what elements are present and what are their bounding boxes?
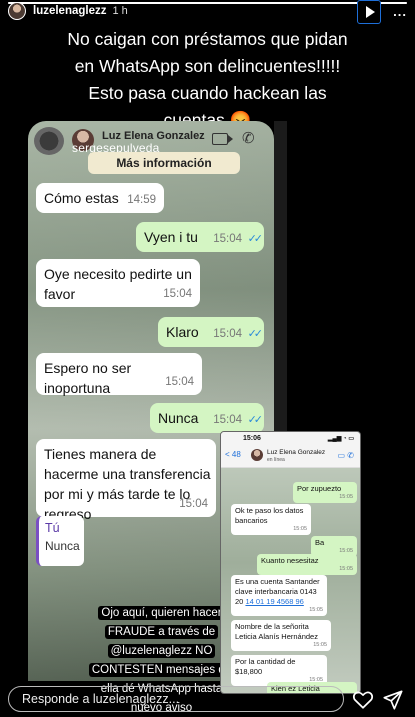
message-text: Por la cantidad de $18,800 (235, 657, 296, 676)
story-time: 1 h (112, 5, 128, 17)
secondary-chat-header: < 48 Luz Elena Gonzalez en línea ▭ ✆ (221, 446, 360, 468)
message-text: Kuanto nesesitaz (261, 556, 319, 565)
message-time: 15:05 (309, 607, 323, 613)
message-time: 15:04 (179, 498, 208, 510)
reply-author: Tú (45, 521, 60, 535)
call-icons: ▭ ✆ (337, 451, 354, 460)
send-icon[interactable] (382, 689, 404, 711)
message-bubble: Tienes manera de hacerme una transferenc… (36, 439, 216, 522)
divider (274, 121, 287, 431)
more-info-banner: Más información (88, 152, 240, 174)
message-time: 15:04 (213, 233, 242, 245)
play-button[interactable] (357, 0, 381, 24)
message-text: Ok te paso los datos bancarios (235, 506, 304, 525)
message-text: Cómo estas (44, 190, 119, 206)
back-icon: < 48 (225, 450, 241, 459)
reply-preview: Tú Nunca (36, 516, 84, 566)
heart-icon[interactable] (352, 689, 374, 711)
message-text: Por zupuezto (297, 484, 342, 493)
message-time: 15:04 (165, 376, 194, 388)
message-bubble: Nunca 15:04 ✓✓ (150, 403, 264, 433)
message-time: 15:05 (339, 494, 353, 500)
message-bubble: Cómo estas 14:59 (36, 183, 164, 213)
reply-input[interactable] (9, 687, 343, 711)
message-bubble: Es una cuenta Santander clave interbanca… (231, 575, 327, 616)
status-bar: 15:06 ▂▄▆ ◔ ▭ (221, 432, 360, 446)
message-bubble: Por zupuezto 15:05 (293, 482, 357, 503)
message-time: 15:05 (313, 642, 327, 648)
contact-status: en línea (267, 457, 285, 463)
secondary-chat-screenshot: 15:06 ▂▄▆ ◔ ▭ < 48 Luz Elena Gonzalez en… (220, 431, 361, 694)
message-text: Klaro (166, 324, 199, 340)
phone-icon: ✆ (242, 130, 255, 147)
message-bubble: Kuanto nesesitaz 15:05 (257, 554, 357, 575)
video-call-icon (212, 133, 233, 145)
reply-text: Nunca (45, 539, 80, 553)
message-text: Nunca (158, 410, 199, 426)
overlay-avatar (34, 127, 64, 155)
message-time: 15:05 (293, 526, 307, 532)
avatar[interactable] (8, 2, 26, 20)
message-bubble: Ok te paso los datos bancarios 15:05 (231, 504, 311, 535)
story-header: luzelenaglezz 1 h ... (8, 0, 407, 24)
reply-field[interactable] (8, 686, 344, 712)
contact-name: Luz Elena Gonzalez (267, 449, 326, 456)
message-bubble: Espero no ser inoportuna 15:04 (36, 353, 202, 396)
status-clock: 15:06 (243, 435, 261, 442)
message-bubble: Oye necesito pedirte un favor 15:04 (36, 259, 200, 307)
read-ticks-icon: ✓✓ (247, 328, 264, 340)
message-time: 15:04 (213, 328, 242, 340)
message-time: 15:05 (339, 566, 353, 572)
read-ticks-icon: ✓✓ (247, 233, 264, 245)
contact-avatar (251, 449, 263, 461)
chat-header: Luz Elena Gonzalez sergesepulveda ✆ Más … (28, 121, 274, 177)
message-time: 14:59 (127, 194, 156, 206)
message-time: 15:04 (163, 288, 192, 300)
message-text: Vyen i tu (144, 229, 198, 245)
signal-icon: ▂▄▆ ◔ ▭ (327, 436, 354, 442)
message-text: Espero no ser inoportuna (44, 360, 132, 396)
message-text: Ba (315, 538, 325, 547)
more-options-button[interactable]: ... (393, 4, 407, 19)
message-time: 15:04 (213, 414, 242, 426)
message-bubble: Nombre de la señorita Leticia Alanís Her… (231, 620, 331, 651)
caption-text: No caigan con préstamos que pidan en Wha… (61, 27, 354, 132)
message-bubble: Vyen i tu 15:04 ✓✓ (136, 222, 264, 252)
account-number-link[interactable]: 14 01 19 4568 96 (245, 597, 303, 606)
read-ticks-icon: ✓✓ (247, 414, 264, 426)
message-text: Nombre de la señorita Leticia Alanís Her… (235, 622, 318, 641)
message-bubble: Klaro 15:04 ✓✓ (158, 317, 264, 347)
play-icon (365, 6, 375, 18)
story-username[interactable]: luzelenaglezz (33, 5, 107, 17)
story-caption: No caigan con préstamos que pidan en Wha… (0, 26, 415, 134)
